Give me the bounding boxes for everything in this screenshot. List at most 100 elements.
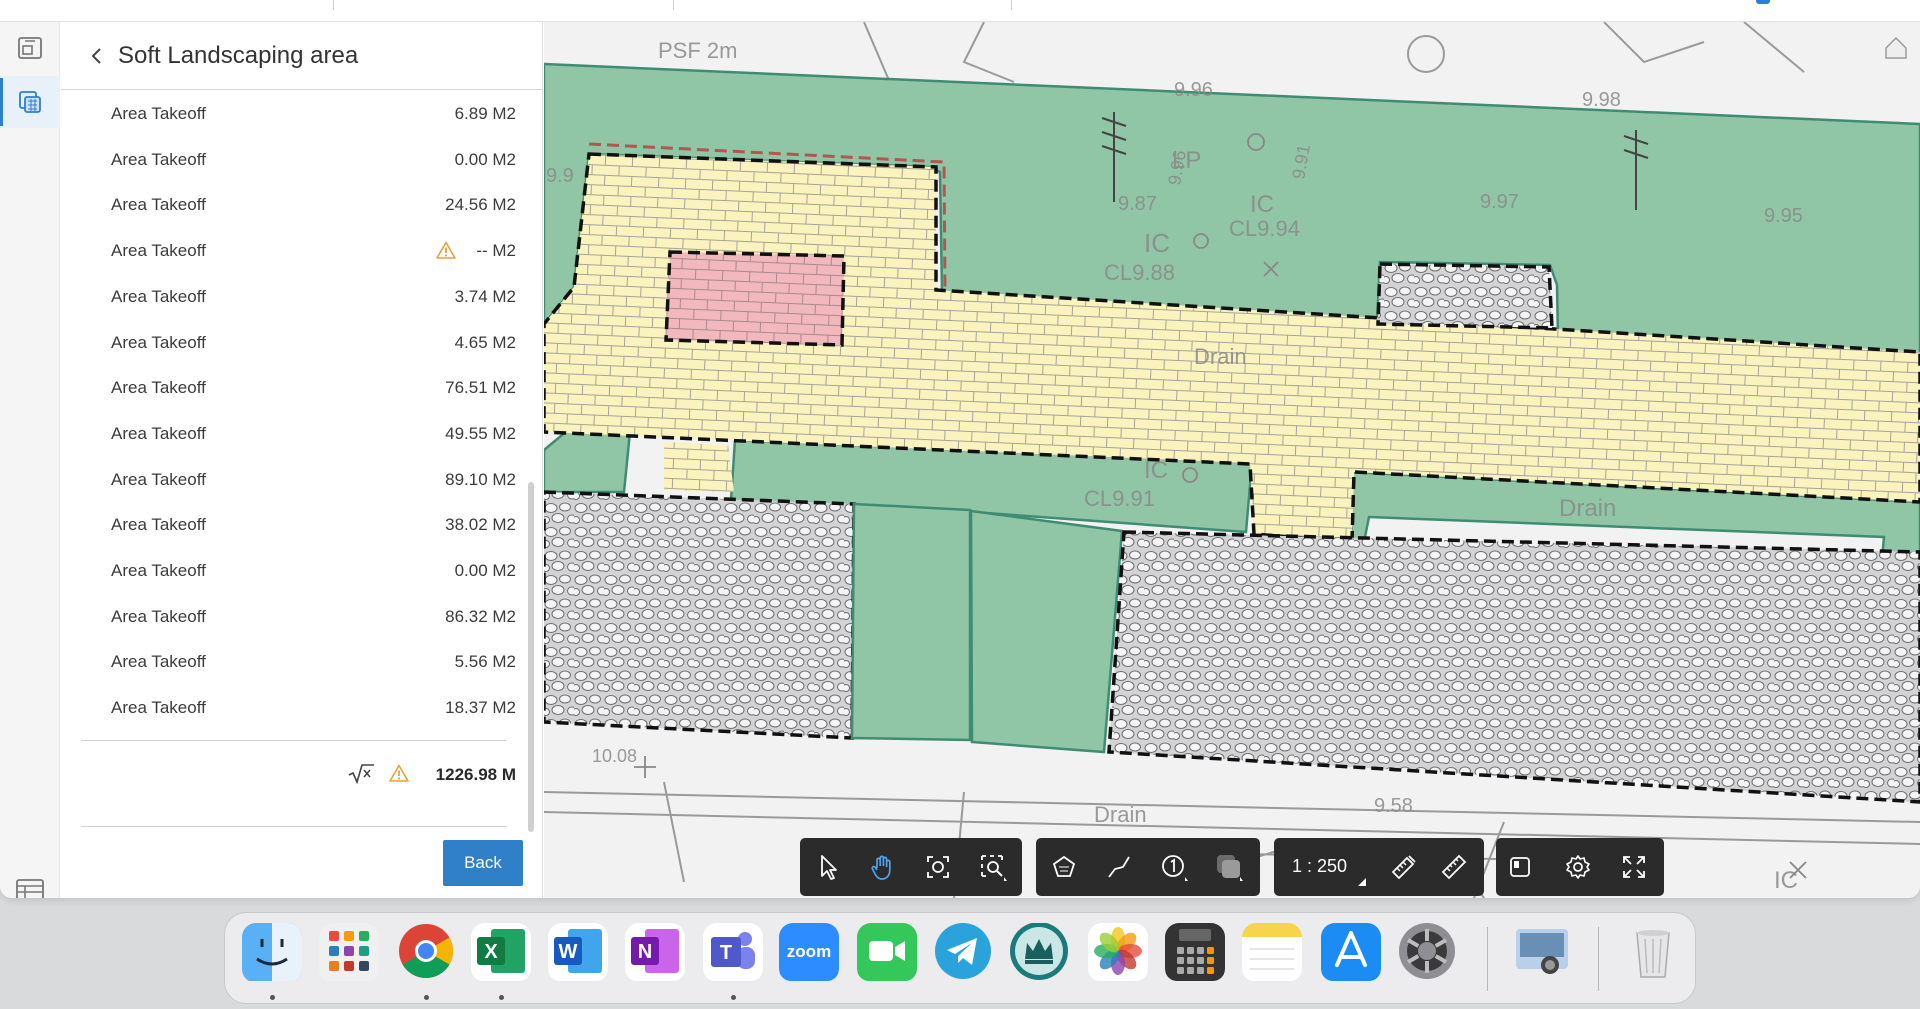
takeoff-row[interactable]: Area Takeoff 18.37 M2 [61, 685, 516, 731]
takeoff-row[interactable]: Area Takeoff -- M2 [61, 228, 516, 274]
dock-system-settings-button[interactable] [1397, 923, 1457, 983]
table-icon [16, 879, 44, 898]
dock-trash-button[interactable] [1623, 923, 1683, 983]
takeoff-row[interactable]: Area Takeoff 3.74 M2 [61, 274, 516, 320]
sheet-icon [18, 37, 42, 59]
takeoff-row-value: 24.56 M2 [445, 195, 516, 215]
square-root-icon[interactable] [347, 762, 375, 786]
takeoff-row[interactable]: Area Takeoff 4.65 M2 [61, 320, 516, 366]
svg-text:zoom: zoom [787, 942, 831, 961]
dock-notes-button[interactable] [1242, 923, 1302, 983]
label-level: 9.98 [1582, 89, 1621, 111]
label-level: 9.97 [1480, 191, 1519, 213]
label-level: 9.9 [546, 165, 574, 187]
dock-preview-button[interactable] [1512, 923, 1572, 983]
takeoff-row-value: 18.37 M2 [445, 698, 516, 718]
dock-excel-button[interactable]: X [471, 923, 531, 983]
dock-zoom-button[interactable]: zoom [779, 923, 839, 983]
toolbar-navigation [800, 838, 1022, 896]
fill-shape-button[interactable] [1209, 847, 1249, 887]
site-plan-drawing[interactable]: PSF 2m LP IC CL9.88 IC CL9.94 CL9.91 IC … [544, 22, 1920, 898]
dock-chrome-button[interactable] [396, 923, 456, 983]
fullscreen-button[interactable] [1614, 847, 1654, 887]
takeoff-row[interactable]: Area Takeoff 6.89 M2 [61, 91, 516, 137]
takeoff-row-value: 5.56 M2 [454, 652, 516, 672]
divider [81, 740, 506, 741]
back-button[interactable]: Back [443, 840, 523, 886]
running-indicator [270, 995, 275, 1000]
takeoff-row-label: Area Takeoff [111, 423, 206, 443]
top-tab-strip [0, 0, 1920, 22]
rail-sheets-button[interactable] [0, 22, 60, 74]
takeoff-row[interactable]: Area Takeoff 0.00 M2 [61, 548, 516, 594]
label-level: 9.96 [1174, 79, 1213, 101]
label-level: 9.95 [1764, 205, 1803, 227]
system-settings-icon [1397, 923, 1457, 983]
takeoff-row-value: 38.02 M2 [445, 515, 516, 535]
teams-icon: T [703, 923, 763, 983]
label-ic: IC [1250, 191, 1274, 218]
chevron-left-icon[interactable] [87, 46, 107, 66]
single-page-button[interactable] [1500, 847, 1540, 887]
takeoff-row-value: 3.74 M2 [454, 286, 516, 306]
account-icon[interactable] [1756, 0, 1770, 4]
rail-takeoff-button[interactable] [0, 76, 60, 128]
takeoff-row[interactable]: Area Takeoff 76.51 M2 [61, 365, 516, 411]
fullscreen-icon [1623, 856, 1645, 878]
dock-facetime-button[interactable] [857, 923, 917, 983]
fill-shape-icon [1217, 855, 1243, 881]
polyline-length-icon [1108, 856, 1130, 878]
takeoff-row-value: 49.55 M2 [445, 423, 516, 443]
takeoff-row[interactable]: Area Takeoff 5.56 M2 [61, 639, 516, 685]
dock-separator [1487, 927, 1488, 991]
telegram-icon [933, 923, 993, 983]
takeoff-row[interactable]: Area Takeoff 0.00 M2 [61, 137, 516, 183]
scale-value[interactable]: 1 : 250 [1292, 856, 1347, 877]
notes-icon [1242, 923, 1302, 983]
excel-icon: X [471, 923, 531, 983]
settings-icon [1566, 855, 1590, 879]
takeoff-row[interactable]: Area Takeoff 49.55 M2 [61, 411, 516, 457]
takeoff-row-label: Area Takeoff [111, 332, 206, 352]
app-window: Soft Landscaping area Area Takeoff 6.89 M… [0, 0, 1920, 898]
takeoff-row[interactable]: Area Takeoff 38.02 M2 [61, 502, 516, 548]
label-drain: Drain [1094, 802, 1147, 827]
dock-finder-button[interactable] [242, 923, 302, 983]
takeoff-row[interactable]: Area Takeoff 89.10 M2 [61, 457, 516, 503]
dock-photos-button[interactable] [1088, 923, 1148, 983]
dock-app-store-button[interactable] [1321, 923, 1381, 983]
takeoff-panel: Soft Landscaping area Area Takeoff 6.89 M… [61, 22, 543, 898]
calculator-icon [1165, 923, 1225, 983]
ruler-button[interactable] [1434, 847, 1474, 887]
svg-text:N: N [638, 941, 652, 963]
running-indicator [731, 995, 736, 1000]
calibrate-button[interactable] [1384, 847, 1424, 887]
drawing-canvas[interactable]: PSF 2m LP IC CL9.88 IC CL9.94 CL9.91 IC … [544, 22, 1920, 898]
scrollbar[interactable] [528, 482, 534, 832]
dock-telegram-button[interactable] [933, 923, 993, 983]
takeoff-row-value: 0.00 M2 [454, 149, 516, 169]
select-tool-button[interactable] [808, 847, 848, 887]
dock-onenote-button[interactable]: N [625, 923, 685, 983]
takeoff-row-label: Area Takeoff [111, 652, 206, 672]
dock-launchpad-button[interactable] [319, 923, 379, 983]
rail-table-button[interactable] [14, 877, 46, 898]
strip-separator [673, 0, 674, 10]
zoom-window-button[interactable] [973, 847, 1013, 887]
fit-view-button[interactable] [918, 847, 958, 887]
launchpad-icon [319, 923, 379, 983]
pan-tool-button[interactable] [863, 847, 903, 887]
toolbar-view [1496, 838, 1664, 896]
dock-word-button[interactable]: W [548, 923, 608, 983]
takeoff-row[interactable]: Area Takeoff 24.56 M2 [61, 182, 516, 228]
word-icon: W [548, 923, 608, 983]
takeoff-row[interactable]: Area Takeoff 86.32 M2 [61, 594, 516, 640]
photos-icon [1088, 923, 1148, 983]
dock-teams-button[interactable]: T [703, 923, 763, 983]
count-button[interactable] [1154, 847, 1194, 887]
polygon-area-button[interactable] [1044, 847, 1084, 887]
dock-crown-button[interactable] [1009, 923, 1069, 983]
settings-button[interactable] [1558, 847, 1598, 887]
polyline-length-button[interactable] [1099, 847, 1139, 887]
dock-calculator-button[interactable] [1165, 923, 1225, 983]
